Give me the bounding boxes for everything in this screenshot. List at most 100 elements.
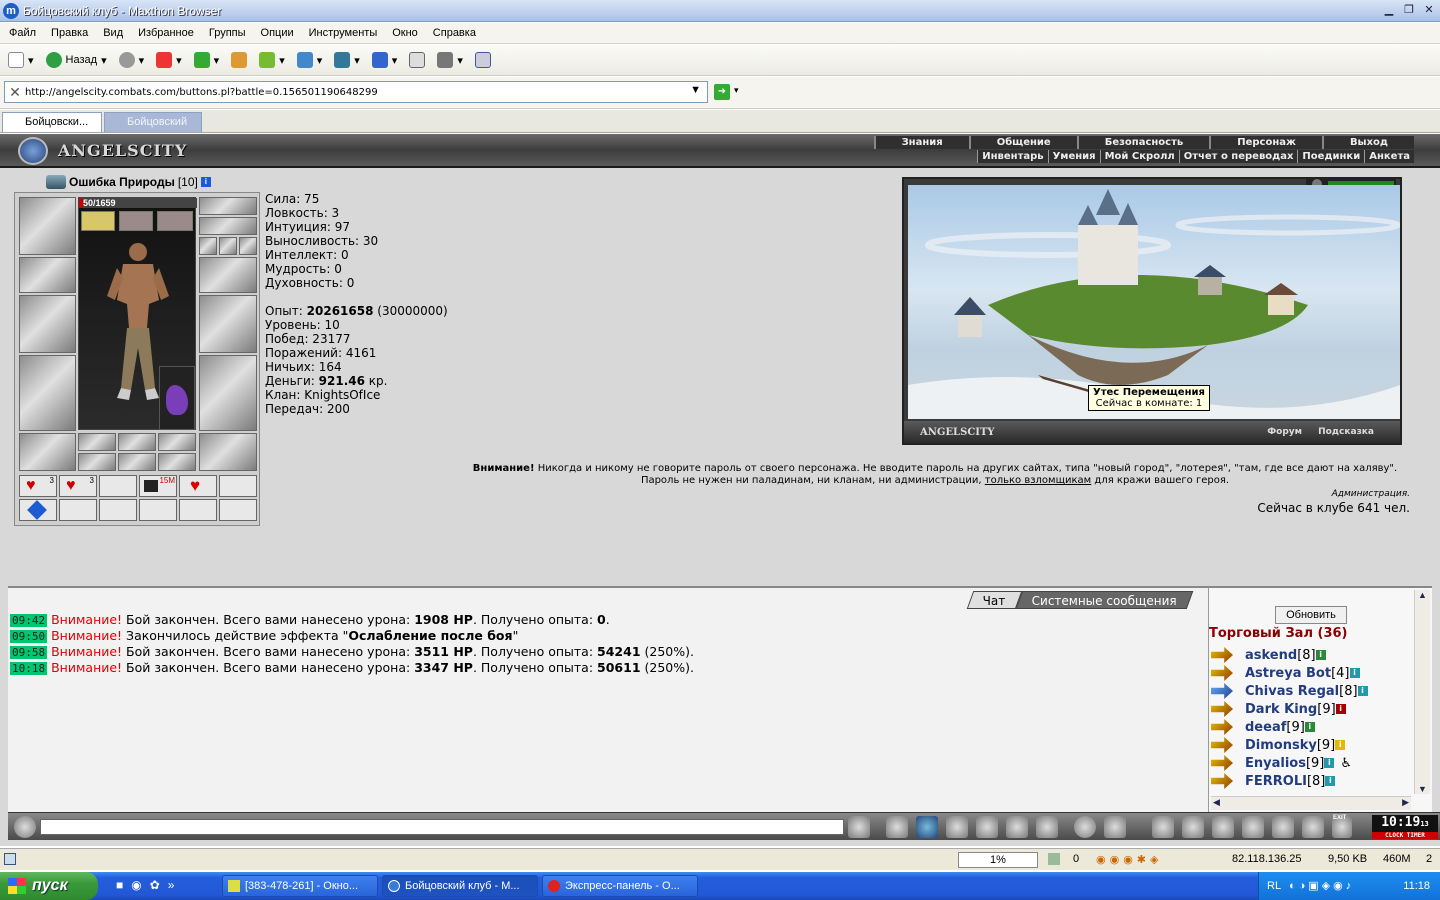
map-forum-link[interactable]: Форум — [1267, 427, 1302, 437]
private-message-icon[interactable] — [1211, 683, 1233, 699]
info-icon[interactable]: i — [1335, 704, 1346, 714]
list-item[interactable]: Chivas Regal [8] i — [1209, 682, 1368, 700]
address-field[interactable]: ✕ http://angelscity.combats.com/buttons.… — [4, 81, 708, 103]
heal-slot[interactable]: ♥ — [179, 475, 217, 497]
user-name[interactable]: Dark King — [1245, 702, 1317, 717]
nav-communication[interactable]: Общение — [968, 136, 1077, 149]
nav-skills[interactable]: Умения — [1047, 150, 1100, 163]
list-item[interactable]: Enyalios [9] i ♿ — [1209, 754, 1368, 772]
info-icon[interactable]: i — [1324, 758, 1335, 768]
effect-slot-3[interactable] — [157, 211, 193, 231]
window-titlebar[interactable]: m Бойцовский клуб - Maxthon Browser ▁ ❐ … — [0, 0, 1440, 22]
nav-exit[interactable]: Выход — [1321, 136, 1414, 149]
belt-slot-12[interactable] — [219, 499, 257, 521]
user-name[interactable]: Chivas Regal — [1245, 684, 1339, 699]
menu-window[interactable]: Окно — [392, 27, 426, 39]
menu-tools[interactable]: Инструменты — [309, 27, 386, 39]
belt-slot[interactable] — [19, 433, 76, 471]
private-message-icon[interactable] — [1211, 719, 1233, 735]
list-item[interactable]: askend [8] i — [1209, 646, 1368, 664]
quicklaunch-icons[interactable]: ■◉✿» — [116, 878, 182, 892]
taskbar-item-window[interactable]: [383-478-261] - Окно... — [222, 875, 378, 897]
zoom-field[interactable]: 1% — [958, 852, 1038, 868]
ring-slot-2[interactable] — [219, 237, 237, 255]
list-item[interactable]: Astreya Bot [4] i — [1209, 664, 1368, 682]
tab-system-messages[interactable]: Системные сообщения — [1015, 591, 1194, 609]
scroll-down-icon[interactable]: ▼ — [1415, 784, 1430, 794]
message-time[interactable]: 09:50 — [10, 630, 48, 643]
restore-button[interactable]: ❐ — [1402, 3, 1416, 17]
message-time[interactable]: 09:42 — [10, 614, 48, 627]
message-time[interactable]: 10:18 — [10, 662, 48, 675]
character-name[interactable]: Ошибка Природы — [69, 175, 175, 189]
menu-edit[interactable]: Правка — [51, 27, 96, 39]
new-page-button[interactable]: ▾ — [8, 52, 34, 68]
boots-slot[interactable] — [199, 433, 257, 471]
rune-slot-6[interactable] — [158, 453, 196, 471]
armor-slot[interactable] — [19, 355, 76, 431]
list-item[interactable]: Dark King [9] i — [1209, 700, 1368, 718]
tray-icons[interactable]: ◐◑▣◈◉♪ — [1289, 872, 1354, 900]
user-name[interactable]: Dimonsky — [1245, 738, 1317, 753]
chat-input[interactable] — [40, 819, 844, 835]
effect-slot-2[interactable] — [119, 211, 153, 231]
quest-button[interactable] — [1182, 816, 1204, 838]
earring-slot[interactable] — [199, 197, 257, 215]
private-message-icon[interactable] — [1211, 755, 1233, 771]
address-url[interactable]: http://angelscity.combats.com/buttons.pl… — [25, 87, 378, 98]
info-icon[interactable]: i — [1304, 722, 1315, 732]
mask-button[interactable] — [1242, 816, 1264, 838]
groups-button[interactable]: ▾ — [296, 52, 322, 68]
taskbar-item-fight-club[interactable]: Бойцовский клуб - M... — [382, 875, 538, 897]
minimize-button[interactable]: ▁ — [1382, 3, 1396, 17]
exit-button[interactable]: EXIT — [1332, 815, 1352, 838]
bracers-slot[interactable] — [19, 257, 76, 293]
legs-slot[interactable] — [199, 355, 257, 431]
user-name[interactable]: Enyalios — [1245, 756, 1306, 771]
refresh-users-button[interactable]: Обновить — [1275, 606, 1347, 624]
private-message-icon[interactable] — [1211, 665, 1233, 681]
log-button[interactable] — [946, 816, 968, 838]
start-button[interactable]: пуск — [0, 872, 98, 900]
amulet-slot[interactable] — [199, 217, 257, 235]
map-image[interactable]: Утес Перемещения Сейчас в комнате: 1 — [908, 185, 1400, 419]
nav-security[interactable]: Безопасность — [1076, 136, 1210, 149]
go-button[interactable]: ➜ — [714, 84, 730, 100]
weapon-left-slot[interactable] — [19, 295, 76, 353]
rune-slot-2[interactable] — [118, 433, 156, 451]
menu-help[interactable]: Справка — [433, 27, 484, 39]
helmet-slot[interactable] — [19, 197, 76, 255]
info-icon[interactable]: i — [200, 177, 211, 187]
weapon-right-slot[interactable] — [199, 295, 257, 353]
belt-slot-10[interactable] — [139, 499, 177, 521]
menu-groups[interactable]: Группы — [209, 27, 254, 39]
gloves-slot[interactable] — [199, 257, 257, 293]
stop-button[interactable]: ▾ — [156, 52, 182, 68]
belt-slot-8[interactable] — [59, 499, 97, 521]
belt-slot-3[interactable] — [99, 475, 137, 497]
tab-fight-club-2[interactable]: Бойцовский ... — [104, 112, 202, 140]
potion-slot-1[interactable]: ♥ 3 — [19, 475, 57, 497]
user-name[interactable]: deeaf — [1245, 720, 1286, 735]
private-message-icon[interactable] — [1211, 701, 1233, 717]
nav-transfers-report[interactable]: Отчет о переводах — [1178, 150, 1298, 163]
flag-button[interactable] — [1302, 816, 1324, 838]
clan-button[interactable] — [1212, 816, 1234, 838]
chat-settings-button[interactable] — [1104, 816, 1126, 838]
info-icon[interactable]: i — [1315, 650, 1326, 660]
list-item[interactable]: deeaf [9] i — [1209, 718, 1368, 736]
sidebar-button[interactable] — [409, 52, 426, 68]
sound-button[interactable] — [1036, 816, 1058, 838]
info-icon[interactable]: i — [1349, 668, 1360, 678]
friends-button[interactable] — [1272, 816, 1294, 838]
nav-inventory[interactable]: Инвентарь — [977, 150, 1047, 163]
userlist-horizontal-scrollbar[interactable]: ◀ ▶ — [1211, 796, 1411, 810]
list-item[interactable]: Dimonsky [9] i — [1209, 736, 1368, 754]
info-icon[interactable]: i — [1325, 776, 1336, 786]
back-button[interactable]: Назад ▾ — [45, 52, 107, 68]
rune-slot-3[interactable] — [158, 433, 196, 451]
rune-slot-4[interactable] — [78, 453, 116, 471]
info-icon[interactable]: i — [1357, 686, 1368, 696]
go-up-button[interactable]: ▾ — [259, 52, 285, 68]
belt-slot-7[interactable] — [19, 499, 57, 521]
